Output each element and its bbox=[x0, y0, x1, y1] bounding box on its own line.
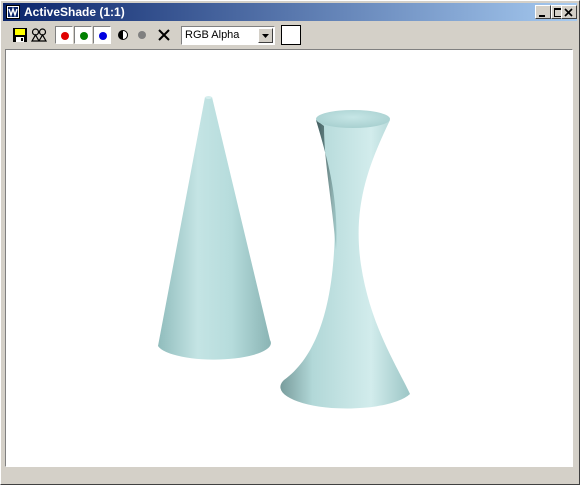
dropdown-arrow-button[interactable] bbox=[258, 28, 273, 43]
minimize-icon bbox=[539, 15, 545, 17]
channel-select[interactable]: RGB Alpha bbox=[181, 26, 275, 45]
blue-dot-icon bbox=[99, 32, 107, 40]
channel-select-value: RGB Alpha bbox=[185, 29, 240, 41]
monochrome-toggle[interactable] bbox=[114, 26, 132, 44]
background-color-swatch[interactable] bbox=[281, 25, 301, 45]
chevron-down-icon bbox=[262, 34, 269, 38]
close-icon bbox=[564, 8, 573, 17]
window-title: ActiveShade (1:1) bbox=[24, 5, 125, 19]
red-dot-icon bbox=[61, 32, 69, 40]
half-circle-icon bbox=[118, 30, 128, 40]
render-viewport bbox=[5, 49, 573, 467]
red-channel-toggle[interactable] bbox=[55, 26, 73, 44]
blue-channel-toggle[interactable] bbox=[93, 26, 111, 44]
green-dot-icon bbox=[80, 32, 88, 40]
x-icon bbox=[158, 29, 170, 41]
minimize-button[interactable] bbox=[535, 5, 551, 19]
hourglass-vase-object bbox=[280, 110, 410, 409]
cone-object bbox=[158, 96, 271, 360]
toolbar: RGB Alpha bbox=[3, 22, 577, 48]
clone-icon bbox=[30, 28, 48, 42]
rendered-image bbox=[158, 96, 410, 409]
clear-button[interactable] bbox=[155, 26, 173, 44]
alpha-toggle[interactable] bbox=[133, 26, 151, 44]
floppy-disk-icon bbox=[13, 28, 27, 42]
close-button[interactable] bbox=[561, 5, 577, 19]
activeshade-window: ActiveShade (1:1) RGB Alpha bbox=[0, 0, 580, 485]
save-image-button[interactable] bbox=[11, 26, 29, 44]
clone-window-button[interactable] bbox=[30, 26, 48, 44]
gray-dot-icon bbox=[138, 31, 146, 39]
app-icon bbox=[6, 5, 20, 19]
green-channel-toggle[interactable] bbox=[74, 26, 92, 44]
title-bar[interactable]: ActiveShade (1:1) bbox=[3, 3, 577, 21]
